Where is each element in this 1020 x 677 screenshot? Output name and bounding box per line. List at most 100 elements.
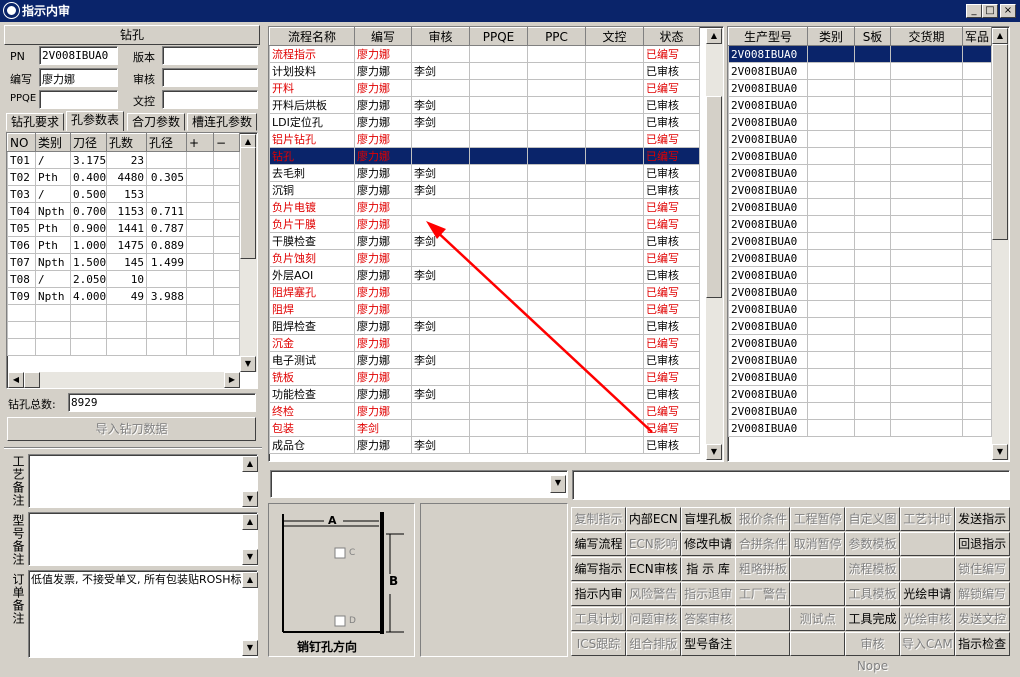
action-button-0-4[interactable]: 工程暂停 (790, 507, 846, 531)
action-button-0-3[interactable]: 报价条件 (735, 507, 791, 531)
action-button-1-2[interactable]: 修改申请 (680, 532, 736, 556)
action-button-4-2[interactable]: 答案审核 (680, 607, 736, 631)
action-button-4-7[interactable]: 发送文控 (954, 607, 1010, 631)
action-button-0-5[interactable]: 自定义图 (845, 507, 900, 531)
model-cell (854, 232, 891, 250)
model-cell (962, 147, 992, 165)
action-button-0-0[interactable]: 复制指示 (571, 507, 626, 531)
action-button-2-2[interactable]: 指 示 库 (680, 557, 736, 581)
model-row[interactable]: 2V008IBUA0 (728, 96, 992, 114)
model-row[interactable]: 2V008IBUA0 (728, 198, 992, 216)
model-row[interactable]: 2V008IBUA0 (728, 266, 992, 284)
model-cell: 2V008IBUA0 (728, 232, 808, 250)
model-row[interactable]: 2V008IBUA0 (728, 79, 992, 97)
model-cell (807, 419, 855, 437)
action-button-5-1[interactable]: 组合排版 (625, 632, 681, 656)
model-cell: 2V008IBUA0 (728, 300, 808, 318)
action-button-0-7[interactable]: 发送指示 (954, 507, 1010, 531)
model-col-header[interactable]: 军品 (962, 27, 992, 46)
chevron-down-icon[interactable]: ▼ (550, 475, 566, 493)
action-button-5-3[interactable] (735, 632, 791, 656)
model-cell (890, 317, 963, 335)
model-row[interactable]: 2V008IBUA0 (728, 402, 992, 420)
model-row[interactable]: 2V008IBUA0 (728, 317, 992, 335)
action-button-5-0[interactable]: ICS跟踪 (571, 632, 626, 656)
model-row[interactable]: 2V008IBUA0 (728, 334, 992, 352)
model-row[interactable]: 2V008IBUA0 (728, 181, 992, 199)
action-button-grid: 复制指示 内部ECN 盲埋孔板 报价条件 工程暂停 自定义图 工艺计时 发送指示编写流程 ECN… (571, 507, 1011, 673)
action-button-3-4[interactable] (790, 582, 846, 606)
action-button-4-5[interactable]: 工具完成 (845, 607, 900, 631)
action-button-4-0[interactable]: 工具计划 (571, 607, 626, 631)
model-col-header[interactable]: 交货期 (890, 27, 963, 46)
action-button-1-4[interactable]: 取消暂停 (790, 532, 846, 556)
scroll-down-arrow[interactable]: ▼ (992, 444, 1008, 460)
action-button-0-2[interactable]: 盲埋孔板 (680, 507, 736, 531)
action-button-3-7[interactable]: 解锁编写 (954, 582, 1010, 606)
action-button-2-0[interactable]: 编写指示 (571, 557, 626, 581)
action-button-3-3[interactable]: 工厂警告 (735, 582, 791, 606)
action-button-3-5[interactable]: 工具模板 (845, 582, 900, 606)
model-cell (962, 130, 992, 148)
model-row[interactable]: 2V008IBUA0 (728, 368, 992, 386)
model-cell (890, 113, 963, 131)
action-button-3-2[interactable]: 指示退审 (680, 582, 736, 606)
action-button-1-0[interactable]: 编写流程 (571, 532, 626, 556)
action-button-1-1[interactable]: ECN影响 (625, 532, 681, 556)
action-button-5-7[interactable]: 指示检查 (954, 632, 1010, 656)
model-row[interactable]: 2V008IBUA0 (728, 351, 992, 369)
model-row[interactable]: 2V008IBUA0 (728, 215, 992, 233)
action-button-3-0[interactable]: 指示内审 (571, 582, 626, 606)
model-cell (807, 368, 855, 386)
model-row[interactable]: 2V008IBUA0 (728, 249, 992, 267)
action-button-4-6[interactable]: 光绘审核 (899, 607, 955, 631)
action-button-5-2[interactable]: 型号备注 (680, 632, 736, 656)
action-button-2-6[interactable] (899, 557, 955, 581)
model-row[interactable]: 2V008IBUA0 (728, 300, 992, 318)
model-cell (854, 164, 891, 182)
action-button-3-6[interactable]: 光绘申请 (899, 582, 955, 606)
action-button-2-4[interactable] (790, 557, 846, 581)
model-row[interactable]: 2V008IBUA0 (728, 419, 992, 437)
action-button-4-3[interactable] (735, 607, 791, 631)
diagram-caption: 销钉孔方向 (297, 640, 358, 654)
action-button-1-7[interactable]: 回退指示 (954, 532, 1010, 556)
model-row[interactable]: 2V008IBUA0 (728, 232, 992, 250)
filter-combobox[interactable] (270, 470, 568, 498)
model-cell (807, 402, 855, 420)
action-button-1-5[interactable]: 参数模板 (845, 532, 900, 556)
action-button-1-6[interactable] (899, 532, 955, 556)
model-cell: 2V008IBUA0 (728, 198, 808, 216)
model-col-header[interactable]: 类别 (807, 27, 855, 46)
model-cell (962, 266, 992, 284)
model-row[interactable]: 2V008IBUA0 (728, 113, 992, 131)
model-col-header[interactable]: S板 (854, 27, 891, 46)
model-row[interactable]: 2V008IBUA0 (728, 45, 992, 63)
model-row[interactable]: 2V008IBUA0 (728, 147, 992, 165)
message-field[interactable] (572, 470, 1010, 500)
model-row[interactable]: 2V008IBUA0 (728, 164, 992, 182)
model-cell (854, 147, 891, 165)
action-button-0-1[interactable]: 内部ECN (625, 507, 681, 531)
scroll-thumb[interactable] (992, 44, 1008, 240)
model-row[interactable]: 2V008IBUA0 (728, 130, 992, 148)
scroll-up-arrow[interactable]: ▲ (992, 28, 1008, 44)
action-button-5-5[interactable]: 审核Nope (845, 632, 900, 673)
model-col-header[interactable]: 生产型号 (728, 27, 808, 46)
model-row[interactable]: 2V008IBUA0 (728, 283, 992, 301)
action-button-2-7[interactable]: 锁住编写 (954, 557, 1010, 581)
model-row[interactable]: 2V008IBUA0 (728, 385, 992, 403)
model-row[interactable]: 2V008IBUA0 (728, 62, 992, 80)
action-button-4-4[interactable]: 测试点 (790, 607, 846, 631)
action-button-2-3[interactable]: 粗略拼板 (735, 557, 791, 581)
action-button-3-1[interactable]: 风险警告 (625, 582, 681, 606)
action-button-4-1[interactable]: 问题审核 (625, 607, 681, 631)
action-button-1-3[interactable]: 合拼条件 (735, 532, 791, 556)
model-cell (807, 198, 855, 216)
action-button-2-1[interactable]: ECN审核 (625, 557, 681, 581)
action-button-0-6[interactable]: 工艺计时 (899, 507, 955, 531)
model-cell (807, 300, 855, 318)
action-button-5-6[interactable]: 导入CAM (899, 632, 955, 656)
action-button-2-5[interactable]: 流程模板 (845, 557, 900, 581)
action-button-5-4[interactable] (790, 632, 846, 656)
